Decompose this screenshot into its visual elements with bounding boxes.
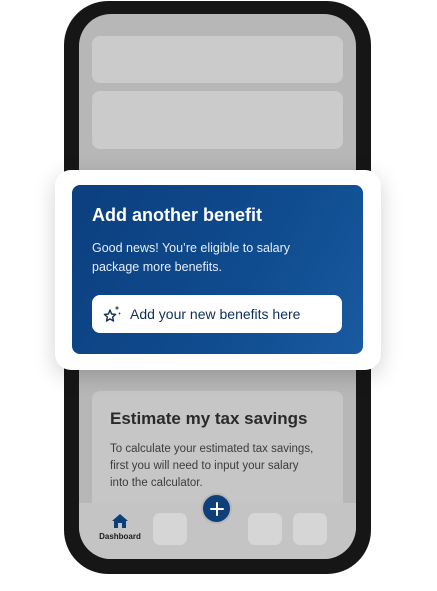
sparkle-star-icon: [103, 305, 121, 322]
bottom-navigation: Dashboard: [79, 493, 356, 559]
nav-item-dashboard[interactable]: Dashboard: [93, 513, 147, 541]
tax-card-body-line: first you will need to input your salary: [110, 460, 299, 472]
tax-card-body-line: into the calculator.: [110, 477, 203, 489]
benefit-popup: Add another benefit Good news! You’re el…: [55, 170, 381, 370]
add-button[interactable]: [201, 493, 232, 524]
skeleton-card: [92, 91, 343, 149]
add-benefit-card: Add another benefit Good news! You’re el…: [72, 185, 363, 354]
nav-item-placeholder[interactable]: [293, 513, 327, 545]
skeleton-card: [92, 36, 343, 83]
home-icon: [112, 514, 128, 528]
add-benefits-button[interactable]: Add your new benefits here: [92, 295, 342, 333]
plus-icon: [209, 501, 224, 516]
benefit-card-body-line: package more benefits.: [92, 260, 222, 274]
benefit-card-title: Add another benefit: [92, 205, 262, 225]
nav-item-placeholder[interactable]: [248, 513, 282, 545]
benefit-card-body-line: Good news! You’re eligible to salary: [92, 241, 291, 255]
tax-card-body: To calculate your estimated tax savings,…: [110, 441, 325, 492]
nav-dashboard-label: Dashboard: [99, 532, 141, 541]
benefit-card-body: Good news! You’re eligible to salary pac…: [92, 239, 343, 277]
nav-item-placeholder[interactable]: [153, 513, 187, 545]
tax-card-body-line: To calculate your estimated tax savings,: [110, 443, 314, 455]
add-benefits-button-label: Add your new benefits here: [130, 306, 301, 322]
tax-card-title: Estimate my tax savings: [110, 409, 308, 428]
